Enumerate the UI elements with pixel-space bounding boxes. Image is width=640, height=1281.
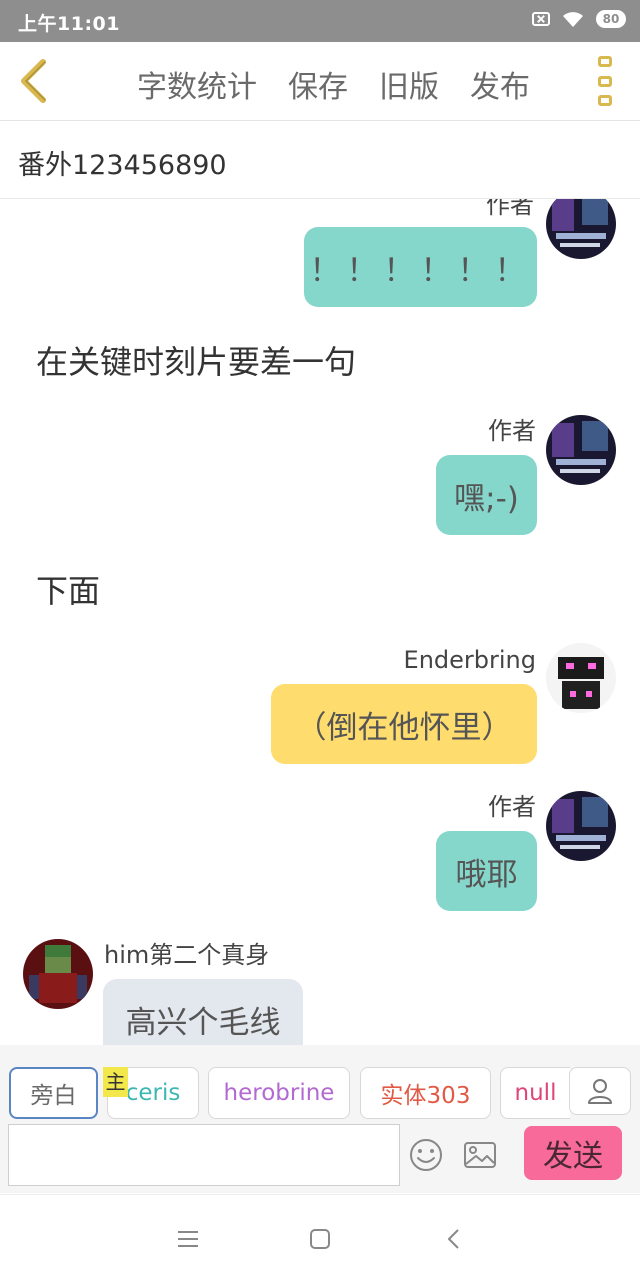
speaker-name: 作者 xyxy=(488,417,536,445)
more-menu-button[interactable] xyxy=(590,56,620,106)
back-triangle-icon xyxy=(448,1229,459,1249)
old-version-button[interactable]: 旧版 xyxy=(379,62,439,106)
character-chips: 旁白 ceris herobrine 实体303 null xyxy=(0,1067,640,1121)
nav-home-button[interactable] xyxy=(302,1221,338,1257)
toolbar-actions: 字数统计 保存 旧版 发布 xyxy=(137,62,530,106)
status-time: 上午11:01 xyxy=(18,13,120,35)
nav-back-button[interactable] xyxy=(436,1221,472,1257)
avatar-image xyxy=(546,415,616,485)
message-bubble[interactable]: 嘿;-) xyxy=(436,455,537,535)
battery-indicator: 80 xyxy=(596,10,626,28)
avatar[interactable] xyxy=(546,643,616,713)
speaker-name: 作者 xyxy=(488,793,536,821)
document-title-row[interactable]: 番外123456890 xyxy=(0,121,640,199)
insert-image-button[interactable] xyxy=(462,1137,498,1173)
publish-button[interactable]: 发布 xyxy=(470,62,530,106)
back-button[interactable] xyxy=(14,56,54,106)
message-bubble[interactable]: （倒在他怀里） xyxy=(271,684,537,764)
avatar-image xyxy=(546,791,616,861)
word-count-button[interactable]: 字数统计 xyxy=(137,62,257,106)
dot-icon xyxy=(598,95,612,106)
dot-icon xyxy=(598,75,612,87)
status-icons: 80 xyxy=(532,9,626,29)
emoji-button[interactable] xyxy=(408,1137,444,1173)
narration-text[interactable]: 在关键时刻片要差一句 xyxy=(36,337,356,383)
main-character-tag: 主 xyxy=(103,1067,128,1097)
person-icon xyxy=(588,1079,612,1104)
avatar[interactable] xyxy=(546,791,616,861)
message-input[interactable] xyxy=(8,1124,400,1186)
avatar[interactable] xyxy=(23,939,93,1009)
menu-icon xyxy=(178,1231,198,1247)
vertical-dots-icon xyxy=(598,56,612,67)
editor-toolbar: 字数统计 保存 旧版 发布 xyxy=(0,42,640,121)
avatar[interactable] xyxy=(546,415,616,485)
square-icon xyxy=(310,1229,330,1249)
avatar[interactable] xyxy=(546,199,616,259)
speaker-name: him第二个真身 xyxy=(104,941,270,969)
chevron-left-icon xyxy=(21,59,46,103)
composer-panel: 旁白 ceris herobrine 实体303 null 主 发送 xyxy=(0,1045,640,1193)
message-bubble[interactable]: ！！！！！！ xyxy=(304,227,537,307)
no-sim-icon xyxy=(532,12,550,26)
chip-label: herobrine xyxy=(223,1080,335,1106)
document-title[interactable]: 番外123456890 xyxy=(18,143,227,182)
send-button[interactable]: 发送 xyxy=(524,1126,622,1180)
character-chip-narrator[interactable]: 旁白 xyxy=(9,1067,98,1119)
chip-label: 旁白 xyxy=(30,1083,77,1109)
avatar-image xyxy=(546,643,616,713)
save-button[interactable]: 保存 xyxy=(288,62,348,106)
chip-label: null xyxy=(514,1080,557,1106)
avatar-image xyxy=(23,939,93,1009)
speaker-name: 作者 xyxy=(486,199,534,219)
narration-text[interactable]: 下面 xyxy=(36,566,100,612)
chip-label: 实体303 xyxy=(380,1083,471,1109)
add-character-button[interactable] xyxy=(569,1067,631,1115)
speaker-name: Enderbring xyxy=(403,646,536,674)
message-bubble[interactable]: 哦耶 xyxy=(436,831,537,911)
character-chip-null[interactable]: null xyxy=(500,1067,570,1119)
chat-area[interactable]: 作者 ！！！！！！ 在关键时刻片要差一句 作者 嘿;-) 下面 Enderbri… xyxy=(0,199,640,1045)
smiley-icon xyxy=(410,1139,442,1171)
image-icon xyxy=(464,1142,496,1168)
avatar-image xyxy=(546,199,616,259)
send-label: 发送 xyxy=(543,1139,603,1174)
chip-label: ceris xyxy=(125,1080,181,1106)
character-chip-entity303[interactable]: 实体303 xyxy=(360,1067,491,1119)
system-nav-bar xyxy=(0,1194,640,1281)
character-chip-herobrine[interactable]: herobrine xyxy=(208,1067,350,1119)
wifi-icon xyxy=(563,12,583,27)
status-bar: 上午11:01 80 xyxy=(0,0,640,42)
nav-menu-button[interactable] xyxy=(170,1221,206,1257)
message-bubble[interactable]: 高兴个毛线 xyxy=(103,979,303,1045)
